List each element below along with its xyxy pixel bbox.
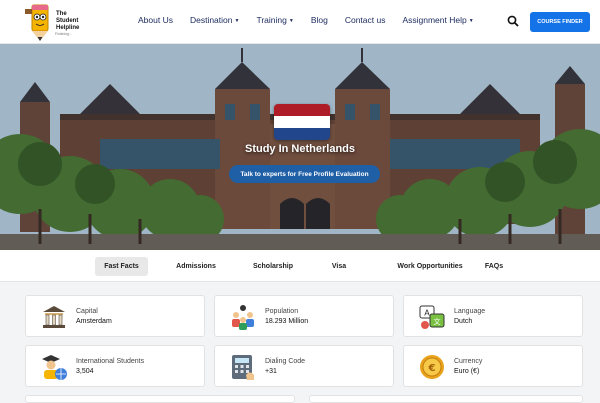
fact-value: +31 — [265, 368, 277, 375]
nav-label: About Us — [138, 15, 173, 25]
fact-card-currency: € Currency Euro (€) — [403, 345, 583, 387]
fact-value: Euro (€) — [454, 368, 480, 375]
people-group-icon — [232, 305, 254, 330]
flag-stripe-white — [274, 116, 330, 128]
fact-label: International Students — [76, 358, 145, 365]
content-card-partial — [309, 395, 583, 403]
flag-stripe-red — [274, 104, 330, 116]
nav-training[interactable]: Training ▼ — [256, 15, 293, 25]
fact-label: Population — [265, 308, 299, 315]
logo-tagline: Finishing... — [55, 32, 72, 36]
logo-text: The Student Helpline — [56, 11, 79, 32]
fact-value: Dutch — [454, 318, 473, 325]
caret-down-icon: ▼ — [468, 17, 474, 24]
tab-faqs[interactable]: FAQs — [480, 257, 508, 276]
main-nav: About Us Destination ▼ Training ▼ Blog Con… — [138, 15, 491, 25]
site-header: The Student Helpline Finishing... About … — [0, 0, 600, 44]
search-icon[interactable] — [507, 15, 519, 27]
hero-banner: Study In Netherlands Talk to experts for… — [0, 44, 600, 250]
language-icon: A 文 — [419, 305, 445, 329]
flag-stripe-blue — [274, 128, 330, 140]
tab-admissions[interactable]: Admissions — [170, 257, 222, 276]
nav-destination[interactable]: Destination ▼ — [190, 15, 239, 25]
svg-text:A: A — [424, 309, 430, 318]
fact-label: Currency — [454, 358, 483, 365]
coin-icon: € — [420, 355, 444, 379]
content-card-partial — [25, 395, 295, 403]
section-tabs: Fast Facts Admissions Scholarship Visa W… — [0, 250, 600, 282]
fact-card-capital: Capital Amsterdam — [25, 295, 205, 337]
nav-assignment-help[interactable]: Assignment Help ▼ — [402, 15, 473, 25]
nav-contact-us[interactable]: Contact us — [345, 15, 386, 25]
caret-down-icon: ▼ — [288, 17, 294, 24]
fact-label: Dialing Code — [265, 358, 306, 365]
fact-label: Language — [454, 308, 486, 315]
logo-line-3: Helpline — [56, 25, 80, 31]
government-building-icon — [43, 306, 65, 328]
free-profile-evaluation-button[interactable]: Talk to experts for Free Profile Evaluat… — [229, 165, 380, 183]
logo-line-2: Student — [56, 18, 79, 24]
netherlands-flag-icon — [274, 104, 330, 140]
nav-blog[interactable]: Blog — [311, 15, 328, 25]
calculator-phone-icon — [232, 355, 254, 380]
tab-fast-facts[interactable]: Fast Facts — [95, 257, 148, 276]
caret-down-icon: ▼ — [234, 17, 240, 24]
nav-label: Destination — [189, 15, 233, 25]
logo-line-1: The — [56, 11, 67, 17]
tab-scholarship[interactable]: Scholarship — [246, 257, 300, 276]
fact-card-language: A 文 Language Dutch — [403, 295, 583, 337]
nav-label: Training — [256, 15, 287, 25]
svg-text:文: 文 — [434, 317, 441, 326]
fact-value: 18.293 Million — [265, 318, 309, 325]
fact-card-population: Population 18.293 Million — [214, 295, 394, 337]
nav-label: Contact us — [344, 15, 386, 25]
nav-label: Assignment Help — [402, 15, 467, 25]
nav-about-us[interactable]: About Us — [138, 15, 173, 25]
student-globe-icon — [42, 355, 67, 380]
hero-title: Study In Netherlands — [244, 143, 356, 155]
nav-label: Blog — [310, 15, 328, 25]
fact-card-dialing-code: Dialing Code +31 — [214, 345, 394, 387]
course-finder-button[interactable]: COURSE FINDER — [530, 12, 590, 32]
tab-visa[interactable]: Visa — [327, 257, 351, 276]
fact-label: Capital — [76, 308, 98, 315]
svg-text:€: € — [428, 363, 436, 374]
fact-value: Amsterdam — [76, 318, 112, 325]
fact-card-international-students: International Students 3,504 — [25, 345, 205, 387]
tab-work-opportunities[interactable]: Work Opportunities — [380, 257, 480, 276]
fact-value: 3,504 — [76, 368, 94, 375]
